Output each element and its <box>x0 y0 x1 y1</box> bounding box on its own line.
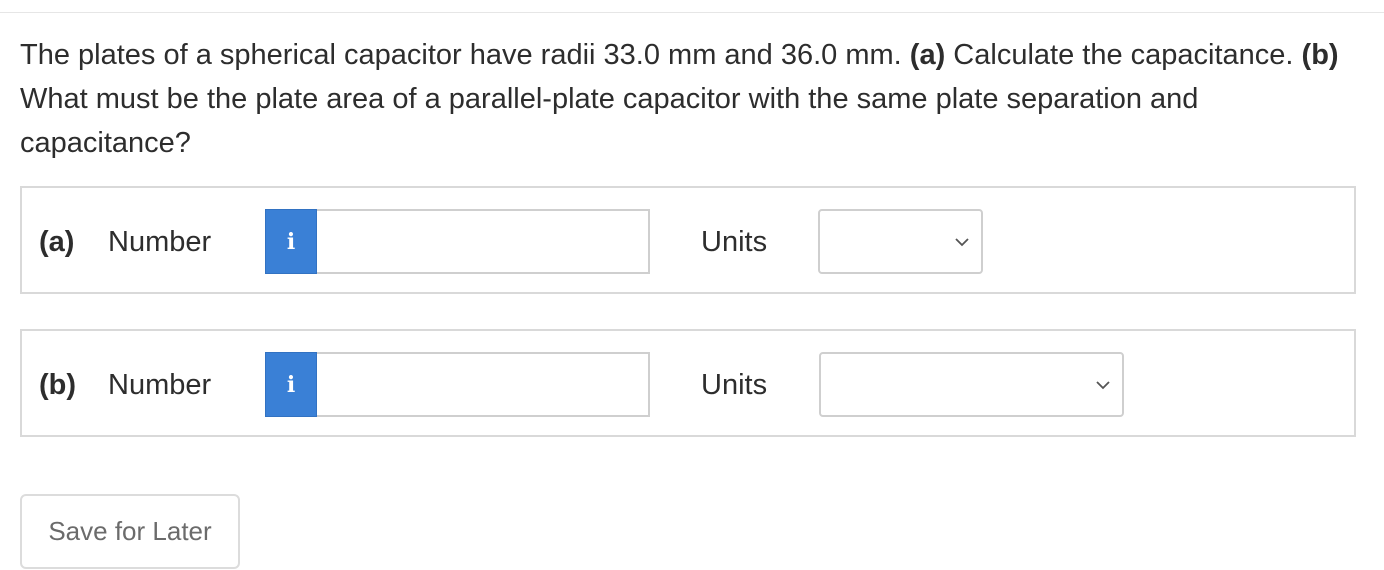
question-part-b-tag: (b) <box>1301 39 1339 71</box>
info-button[interactable]: i <box>265 209 317 274</box>
number-label: Number <box>108 369 212 401</box>
question-text: The plates of a spherical capacitor have… <box>20 33 1340 165</box>
info-icon: i <box>286 371 296 398</box>
units-label: Units <box>701 226 768 258</box>
top-divider <box>0 12 1384 13</box>
number-label: Number <box>108 226 212 258</box>
save-for-later-button[interactable]: Save for Later <box>20 494 240 569</box>
question-part-a-tag: (a) <box>909 39 946 71</box>
answer-part-a: (a) Number i Units <box>20 186 1356 294</box>
units-select[interactable] <box>818 209 983 274</box>
number-input[interactable] <box>317 352 650 417</box>
question-intro: The plates of a spherical capacitor have… <box>20 39 910 71</box>
units-label: Units <box>701 369 768 401</box>
chevron-down-icon <box>1096 381 1110 390</box>
part-label: (a) <box>39 226 75 258</box>
chevron-down-icon <box>955 238 969 247</box>
info-icon: i <box>286 228 296 255</box>
info-button[interactable]: i <box>265 352 317 417</box>
answer-part-b: (b) Number i Units <box>20 329 1356 437</box>
number-input[interactable] <box>317 209 650 274</box>
question-part-b-text: What must be the plate area of a paralle… <box>20 83 1199 159</box>
units-select[interactable] <box>819 352 1124 417</box>
part-label: (b) <box>39 369 77 401</box>
question-part-a-text: Calculate the capacitance. <box>945 39 1302 71</box>
